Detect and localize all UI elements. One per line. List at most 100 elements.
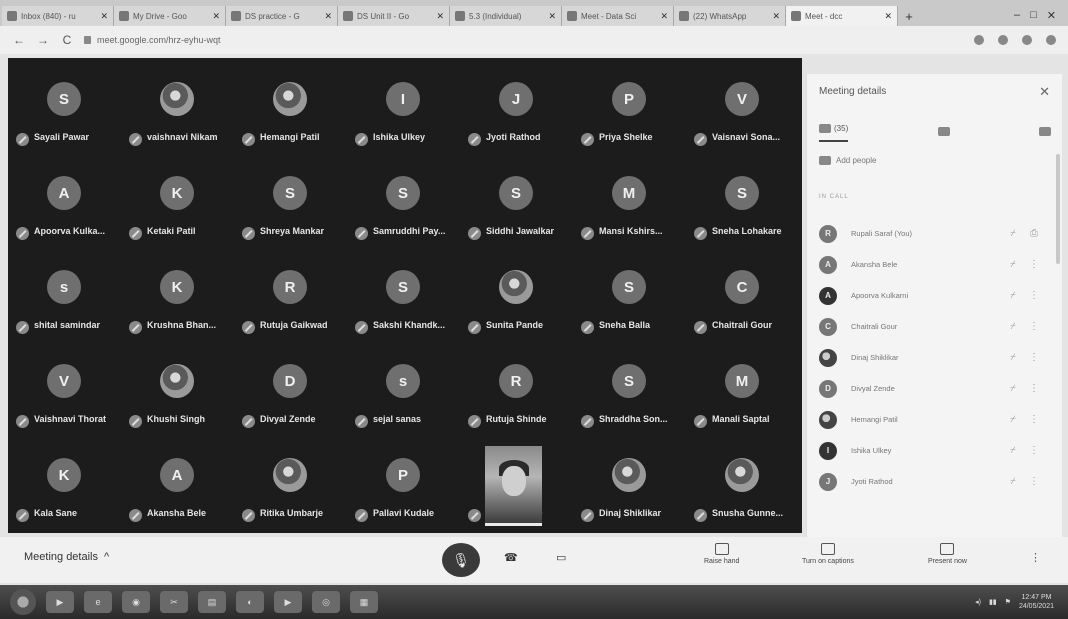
more-options-icon[interactable]: ⋮ xyxy=(1021,414,1047,425)
more-options-icon[interactable]: ⋮ xyxy=(1021,383,1047,394)
participant-row[interactable]: A Apoorva Kulkarni ⌿ ⋮ xyxy=(819,280,1047,311)
app-icon[interactable]: ◐ xyxy=(236,591,264,613)
back-button[interactable]: ← xyxy=(12,33,26,47)
participant-tile[interactable]: vaishnavi Nikam xyxy=(123,68,236,163)
flag-icon[interactable]: ⚑ xyxy=(1005,598,1011,606)
more-options-icon[interactable]: ⋮ xyxy=(1021,476,1047,487)
participant-tile[interactable]: S Samruddhi Pay... xyxy=(349,162,462,257)
reload-button[interactable]: C xyxy=(60,33,74,47)
participant-tile[interactable]: S Sayali Pawar xyxy=(10,68,123,163)
close-tab-icon[interactable]: ✕ xyxy=(772,11,780,22)
mic-muted-icon[interactable]: ⌿ xyxy=(1005,259,1021,270)
mic-muted-icon[interactable]: ⌿ xyxy=(1005,228,1021,239)
participant-tile[interactable]: s sejal sanas xyxy=(349,350,462,445)
tab-chat[interactable] xyxy=(937,120,950,142)
close-tab-icon[interactable]: ✕ xyxy=(548,11,556,22)
browser-tab[interactable]: Inbox (840) - ru ✕ xyxy=(2,6,114,26)
start-button[interactable] xyxy=(10,589,36,615)
participant-tile[interactable]: S Shreya Mankar xyxy=(236,162,349,257)
mic-muted-icon[interactable]: ⌿ xyxy=(1005,383,1021,394)
url-field[interactable]: meet.google.com/hrz-eyhu-wqt xyxy=(84,35,221,45)
participant-tile[interactable]: A Apoorva Kulka... xyxy=(10,162,123,257)
clock[interactable]: 12:47 PM 24/05/2021 xyxy=(1019,593,1054,611)
close-tab-icon[interactable]: ✕ xyxy=(100,11,108,22)
participant-row[interactable]: C Chaitrali Gour ⌿ ⋮ xyxy=(819,311,1047,342)
participant-tile[interactable]: R Rutuja Gaikwad xyxy=(236,256,349,351)
more-options-icon[interactable]: ⋮ xyxy=(1021,352,1047,363)
more-options-icon[interactable]: ⋮ xyxy=(1021,290,1047,301)
participant-tile[interactable]: D Divyal Zende xyxy=(236,350,349,445)
participant-tile[interactable]: P Pallavi Kudale xyxy=(349,444,462,539)
browser-tab[interactable]: DS Unit II - Go ✕ xyxy=(338,6,450,26)
participant-tile[interactable]: S Sneha Balla xyxy=(575,256,688,351)
participant-tile[interactable]: K Ketaki Patil xyxy=(123,162,236,257)
panel-scrollbar[interactable] xyxy=(1056,154,1060,264)
browser-tab[interactable]: DS practice - G ✕ xyxy=(226,6,338,26)
browser-tab[interactable]: Meet - Data Sci ✕ xyxy=(562,6,674,26)
participant-tile[interactable]: K Kala Sane xyxy=(10,444,123,539)
participant-tile[interactable]: S Shraddha Son... xyxy=(575,350,688,445)
raise-hand-button[interactable]: Raise hand xyxy=(704,543,739,565)
participant-tile[interactable]: V Vaishnavi Thorat xyxy=(10,350,123,445)
network-icon[interactable]: ▮▮ xyxy=(989,598,997,606)
more-options-icon[interactable]: ⋮ xyxy=(1021,445,1047,456)
close-window-icon[interactable]: ✕ xyxy=(1047,9,1056,22)
browser-tab[interactable]: 5.3 (Individual) ✕ xyxy=(450,6,562,26)
close-tab-icon[interactable]: ✕ xyxy=(212,11,220,22)
participant-tile[interactable]: S Sneha Lohakare xyxy=(688,162,801,257)
mute-microphone-button[interactable]: 🎙 xyxy=(442,543,480,577)
tab-people[interactable]: (35) xyxy=(819,120,849,142)
bookmark-star-icon[interactable] xyxy=(998,35,1008,45)
new-tab-button[interactable]: + xyxy=(898,6,920,26)
camera-status-icon[interactable] xyxy=(974,35,984,45)
present-now-button[interactable]: Present now xyxy=(928,543,967,565)
participant-row[interactable]: Dinaj Shiklikar ⌿ ⋮ xyxy=(819,342,1047,373)
calendar-app-icon[interactable]: ▦ xyxy=(350,591,378,613)
browser-tab[interactable]: Meet - dcc ✕ xyxy=(786,6,898,26)
profile-avatar[interactable] xyxy=(1046,35,1056,45)
mic-muted-icon[interactable]: ⌿ xyxy=(1005,445,1021,456)
mic-muted-icon[interactable]: ⌿ xyxy=(1005,414,1021,425)
captions-button[interactable]: Turn on captions xyxy=(802,543,854,565)
participant-tile[interactable]: Dinaj Shiklikar xyxy=(575,444,688,539)
close-tab-icon[interactable]: ✕ xyxy=(660,11,668,22)
mic-muted-icon[interactable]: ⌿ xyxy=(1005,290,1021,301)
participant-tile[interactable]: V Vaisnavi Sona... xyxy=(688,68,801,163)
participant-row[interactable]: R Rupali Saraf (You) ⌿ ⎙ xyxy=(819,218,1047,249)
participant-row[interactable]: D Divyal Zende ⌿ ⋮ xyxy=(819,373,1047,404)
meeting-details-toggle[interactable]: Meeting details ^ xyxy=(24,551,109,563)
participant-row[interactable]: A Akansha Bele ⌿ ⋮ xyxy=(819,249,1047,280)
close-tab-icon[interactable]: ✕ xyxy=(324,11,332,22)
mic-muted-icon[interactable]: ⌿ xyxy=(1005,476,1021,487)
participant-tile[interactable]: Sunita Pande xyxy=(462,256,575,351)
participant-tile[interactable]: Ritika Umbarje xyxy=(236,444,349,539)
participant-tile[interactable]: M Mansi Kshirs... xyxy=(575,162,688,257)
participant-tile[interactable]: S Sakshi Khandk... xyxy=(349,256,462,351)
camera-button[interactable]: ▭ xyxy=(556,551,566,564)
browser-tab[interactable]: My Drive - Goo ✕ xyxy=(114,6,226,26)
maximize-icon[interactable]: □ xyxy=(1030,9,1037,22)
participant-row[interactable]: J Jyoti Rathod ⌿ ⋮ xyxy=(819,466,1047,497)
browser-tab[interactable]: (22) WhatsApp ✕ xyxy=(674,6,786,26)
participant-tile[interactable]: Khushi Singh xyxy=(123,350,236,445)
participant-tile[interactable]: I Ishika Ulkey xyxy=(349,68,462,163)
close-tab-icon[interactable]: ✕ xyxy=(436,11,444,22)
snipping-tool-icon[interactable]: ✂ xyxy=(160,591,188,613)
participant-tile[interactable]: s shital samindar xyxy=(10,256,123,351)
participant-tile[interactable]: S Siddhi Jawalkar xyxy=(462,162,575,257)
participant-tile[interactable]: C Chaitrali Gour xyxy=(688,256,801,351)
participant-tile[interactable]: P Priya Shelke xyxy=(575,68,688,163)
mic-muted-icon[interactable]: ⌿ xyxy=(1005,321,1021,332)
forward-button[interactable]: → xyxy=(36,33,50,47)
participant-row[interactable]: I Ishika Ulkey ⌿ ⋮ xyxy=(819,435,1047,466)
more-options-button[interactable]: ⋮ xyxy=(1030,551,1041,564)
more-options-icon[interactable]: ⋮ xyxy=(1021,259,1047,270)
file-explorer-icon[interactable]: ▤ xyxy=(198,591,226,613)
participant-tile[interactable]: A Akansha Bele xyxy=(123,444,236,539)
volume-icon[interactable]: ◂) xyxy=(975,598,981,606)
extensions-icon[interactable] xyxy=(1022,35,1032,45)
firefox-icon[interactable]: ◉ xyxy=(122,591,150,613)
add-people-button[interactable]: Add people xyxy=(819,156,876,165)
participant-row[interactable]: Hemangi Patil ⌿ ⋮ xyxy=(819,404,1047,435)
chrome-icon[interactable]: ◎ xyxy=(312,591,340,613)
